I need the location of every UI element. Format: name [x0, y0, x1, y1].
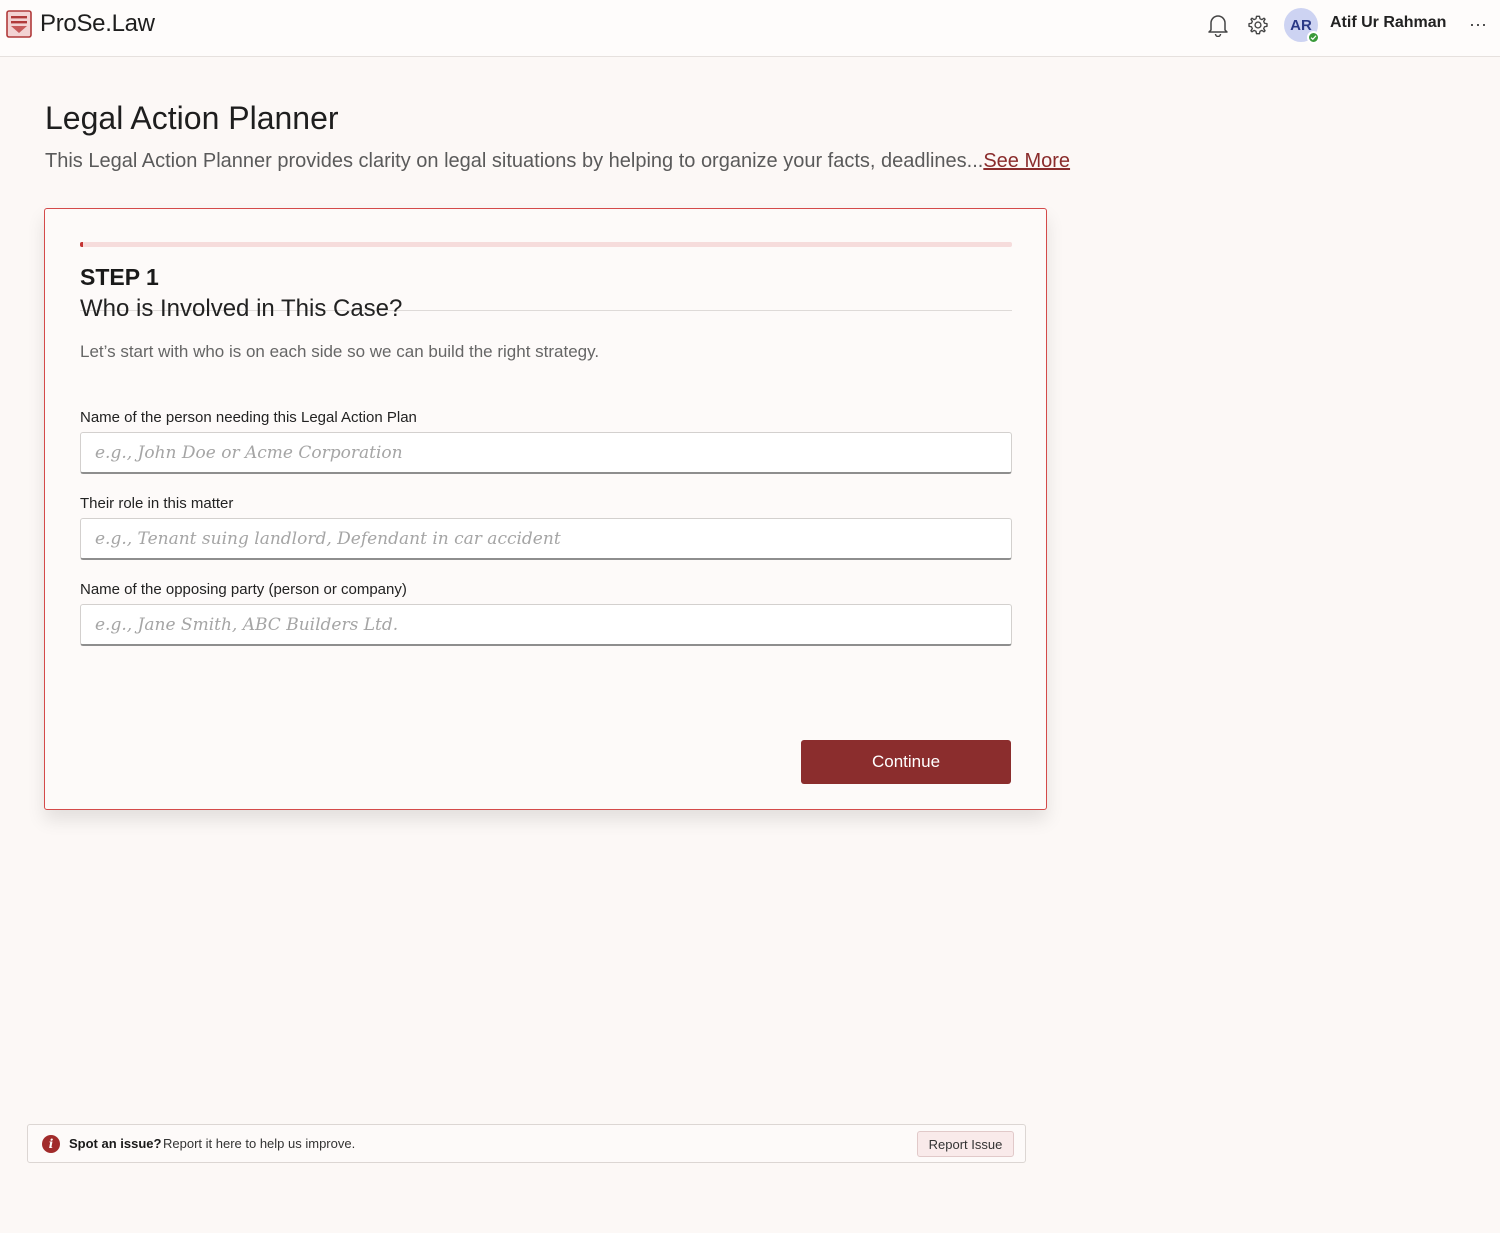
opposing-party-input[interactable]: [80, 604, 1012, 646]
report-issue-button[interactable]: Report Issue: [917, 1131, 1014, 1157]
report-issue-bar: i Spot an issue? Report it here to help …: [27, 1124, 1026, 1163]
top-navbar: ProSe.Law AR Atif Ur Rahman ···: [0, 0, 1500, 57]
brand-logo[interactable]: ProSe.Law: [6, 10, 155, 38]
progress-bar: [80, 242, 1012, 247]
person-name-label: Name of the person needing this Legal Ac…: [80, 409, 417, 426]
progress-bar-fill: [80, 242, 83, 247]
avatar[interactable]: AR: [1284, 8, 1320, 44]
step-card: STEP 1 Who is Involved in This Case? Let…: [44, 208, 1047, 810]
info-icon: i: [42, 1135, 60, 1153]
see-more-link[interactable]: See More: [983, 150, 1070, 172]
gear-icon[interactable]: [1245, 12, 1271, 38]
page-description: This Legal Action Planner provides clari…: [45, 150, 1070, 173]
step-subtitle: Let’s start with who is on each side so …: [80, 342, 600, 361]
bell-icon[interactable]: [1205, 12, 1231, 38]
report-heading: Spot an issue?: [69, 1136, 162, 1151]
page-title: Legal Action Planner: [45, 100, 339, 136]
role-label: Their role in this matter: [80, 495, 234, 512]
avatar-initials: AR: [1290, 16, 1312, 34]
more-options-icon[interactable]: ···: [1466, 12, 1490, 36]
opposing-party-label: Name of the opposing party (person or co…: [80, 581, 407, 598]
person-name-input[interactable]: [80, 432, 1012, 474]
user-name[interactable]: Atif Ur Rahman: [1330, 14, 1446, 32]
continue-button[interactable]: Continue: [801, 740, 1011, 784]
role-input[interactable]: [80, 518, 1012, 560]
online-status-icon: [1307, 31, 1320, 44]
step-label: STEP 1: [80, 264, 159, 290]
scales-document-logo-icon: [6, 10, 32, 38]
report-text: Report it here to help us improve.: [163, 1136, 356, 1151]
brand-name: ProSe.Law: [40, 10, 155, 37]
page-description-text: This Legal Action Planner provides clari…: [45, 150, 984, 172]
step-title-row: Who is Involved in This Case?: [80, 295, 1012, 325]
step-title: Who is Involved in This Case?: [80, 295, 403, 322]
